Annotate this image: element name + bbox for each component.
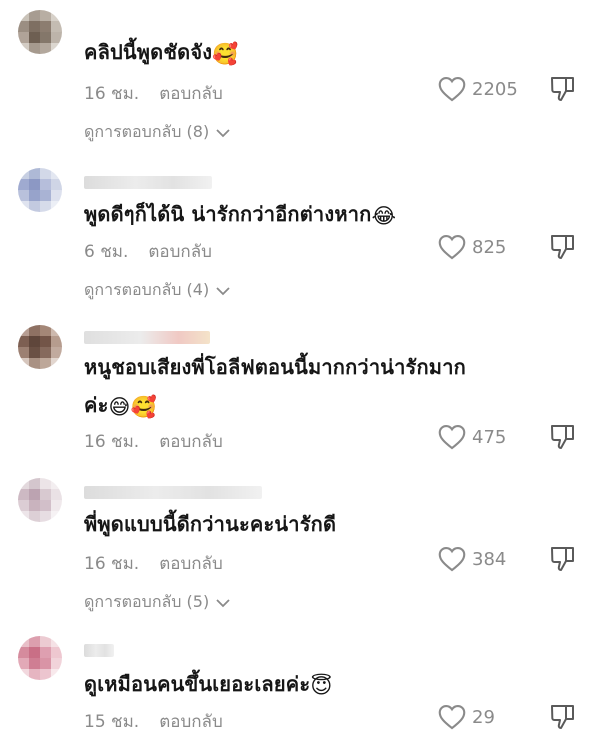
like-button[interactable]: 2205 xyxy=(438,76,518,102)
avatar[interactable] xyxy=(18,168,62,212)
comment-time: 16 ชม. xyxy=(84,432,140,452)
comment-text: หนูชอบเสียงพี่โอลีฟตอนนี้มากกว่าน่ารักมา… xyxy=(84,355,466,419)
comment-text: ดูเหมือนคนขึ้นเยอะเลยค่ะ😇 xyxy=(84,672,333,698)
chevron-down-icon xyxy=(216,598,230,607)
like-count: 475 xyxy=(472,426,507,448)
thumbs-down-outline-icon[interactable] xyxy=(548,74,578,104)
like-button[interactable]: 29 xyxy=(438,704,495,730)
tears-of-joy-emoji: 😂 xyxy=(371,204,397,228)
comment-time: 16 ชม. xyxy=(84,554,140,574)
comment-meta: 15 ชม. ตอบกลับ xyxy=(84,708,223,735)
reply-button[interactable]: ตอบกลับ xyxy=(159,84,223,104)
comment-text: พูดดีๆก็ได้นิ น่ารักกว่าอีกต่างหาก😂 xyxy=(84,202,397,228)
view-replies-button[interactable]: ดูการตอบกลับ (4) xyxy=(84,278,231,303)
like-count: 384 xyxy=(472,548,507,570)
heart-outline-icon xyxy=(438,76,466,102)
avatar[interactable] xyxy=(18,10,62,54)
view-replies-label: ดูการตอบกลับ (4) xyxy=(84,280,210,299)
like-count: 2205 xyxy=(472,78,518,100)
view-replies-button[interactable]: ดูการตอบกลับ (5) xyxy=(84,590,231,615)
thumbs-down-outline-icon[interactable] xyxy=(548,232,578,262)
like-count: 825 xyxy=(472,236,507,258)
avatar[interactable] xyxy=(18,325,62,369)
avatar[interactable] xyxy=(18,478,62,522)
chevron-down-icon xyxy=(216,128,230,137)
like-button[interactable]: 475 xyxy=(438,424,506,450)
chevron-down-icon xyxy=(216,286,230,295)
comment-time: 16 ชม. xyxy=(84,84,140,104)
view-replies-label: ดูการตอบกลับ (5) xyxy=(84,592,210,611)
comment-time: 15 ชม. xyxy=(84,712,140,732)
reply-button[interactable]: ตอบกลับ xyxy=(159,554,223,574)
reply-button[interactable]: ตอบกลับ xyxy=(159,712,223,732)
heart-outline-icon xyxy=(438,546,466,572)
thumbs-down-outline-icon[interactable] xyxy=(548,422,578,452)
reply-button[interactable]: ตอบกลับ xyxy=(148,242,212,262)
comment-meta: 16 ชม. ตอบกลับ xyxy=(84,80,223,107)
halo-smile-emoji: 😇 xyxy=(310,674,333,698)
comment-meta: 16 ชม. ตอบกลับ xyxy=(84,550,223,577)
grinning-sweat-emoji: 😅 xyxy=(108,395,131,419)
username[interactable] xyxy=(84,644,114,657)
view-replies-label: ดูการตอบกลับ (8) xyxy=(84,122,210,141)
smiling-hearts-emoji: 🥰 xyxy=(212,42,239,66)
comment-text: พี่พูดแบบนี้ดีกว่านะคะน่ารักดี xyxy=(84,512,337,536)
heart-outline-icon xyxy=(438,704,466,730)
comment-meta: 6 ชม. ตอบกลับ xyxy=(84,238,212,265)
reply-button[interactable]: ตอบกลับ xyxy=(159,432,223,452)
smiling-hearts-emoji: 🥰 xyxy=(130,395,157,419)
avatar[interactable] xyxy=(18,636,62,680)
comment-time: 6 ชม. xyxy=(84,242,129,262)
heart-outline-icon xyxy=(438,424,466,450)
username[interactable] xyxy=(84,486,262,499)
username[interactable] xyxy=(84,331,210,344)
username[interactable] xyxy=(84,176,212,189)
like-count: 29 xyxy=(472,706,495,728)
comment-text: คลิปนี้พูดชัดจัง🥰 xyxy=(84,40,239,66)
thumbs-down-outline-icon[interactable] xyxy=(548,702,578,732)
comment-meta: 16 ชม. ตอบกลับ xyxy=(84,428,223,455)
heart-outline-icon xyxy=(438,234,466,260)
view-replies-button[interactable]: ดูการตอบกลับ (8) xyxy=(84,120,231,145)
like-button[interactable]: 384 xyxy=(438,546,506,572)
like-button[interactable]: 825 xyxy=(438,234,506,260)
thumbs-down-outline-icon[interactable] xyxy=(548,544,578,574)
